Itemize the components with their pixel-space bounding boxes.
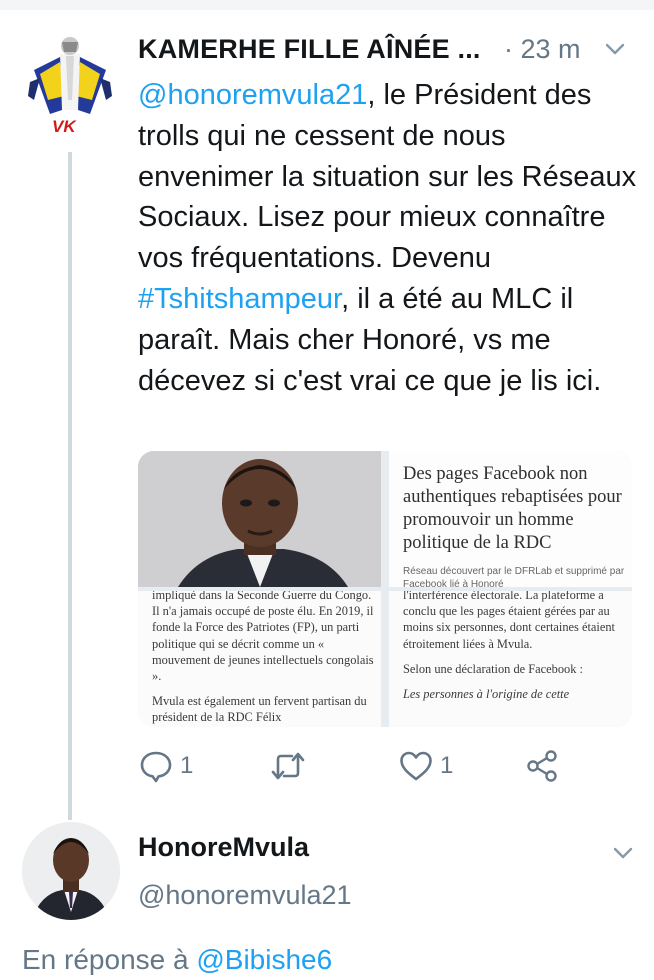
article-paragraph: Selon une déclaration de Facebook : <box>403 661 583 676</box>
tweet-header: KAMERHE FILLE AÎNÉE ... · 23 m <box>138 34 638 74</box>
article-paragraph: Les personnes à l'origine de cette <box>403 687 570 702</box>
article-paragraph: l'interférence électorale. La plateforme… <box>403 591 615 651</box>
like-button[interactable]: 1 <box>398 748 478 784</box>
avatar-vk-text: VK <box>52 117 77 136</box>
thread-line <box>68 152 72 820</box>
reply-author-handle[interactable]: @honoremvula21 <box>138 880 352 911</box>
author-avatar[interactable]: VK <box>20 30 120 140</box>
reply-icon <box>138 751 174 788</box>
share-icon <box>524 750 560 788</box>
in-reply-to-link[interactable]: @Bibishe6 <box>196 944 332 975</box>
reply-author-avatar[interactable] <box>22 822 120 920</box>
article-paragraph: impliqué dans la Seconde Guerre du Congo… <box>152 591 374 684</box>
like-icon <box>398 751 434 788</box>
author-name[interactable]: KAMERHE FILLE AÎNÉE ... <box>138 34 481 65</box>
share-button[interactable] <box>524 748 564 784</box>
media-article-excerpt-right[interactable]: l'interférence électorale. La plateforme… <box>389 591 632 727</box>
chevron-down-icon[interactable] <box>604 36 626 67</box>
media-article-headline[interactable]: Des pages Facebook non authentiques reba… <box>389 451 632 587</box>
media-article-excerpt-left[interactable]: impliqué dans la Seconde Guerre du Congo… <box>138 591 381 727</box>
tweet-media-grid: Des pages Facebook non authentiques reba… <box>138 451 632 727</box>
tweet-text: @honoremvula21, le Président des trolls … <box>138 75 638 401</box>
reply-button[interactable]: 1 <box>138 748 218 784</box>
top-divider <box>0 0 654 10</box>
article-paragraph: Mvula est également un fervent partisan … <box>152 694 367 725</box>
reply-count: 1 <box>180 752 194 779</box>
chevron-down-icon[interactable] <box>612 842 634 869</box>
in-reply-to: En réponse à @Bibishe6 <box>22 944 332 976</box>
media-photo-portrait[interactable] <box>138 451 381 587</box>
mention-link[interactable]: @honoremvula21 <box>138 79 367 111</box>
tweet-timestamp[interactable]: · 23 m <box>504 34 581 65</box>
tweet-actions: 1 1 <box>138 748 638 784</box>
hashtag-link[interactable]: #Tshitshampeur <box>138 283 341 315</box>
retweet-icon <box>270 752 306 788</box>
article-headline: Des pages Facebook non authentiques reba… <box>403 464 622 553</box>
article-subtitle: Réseau découvert par le DFRLab et suppri… <box>403 566 625 587</box>
reply-author-name[interactable]: HonoreMvula <box>138 832 309 863</box>
like-count: 1 <box>440 752 454 779</box>
retweet-button[interactable] <box>270 748 350 784</box>
in-reply-prefix: En réponse à <box>22 944 197 975</box>
